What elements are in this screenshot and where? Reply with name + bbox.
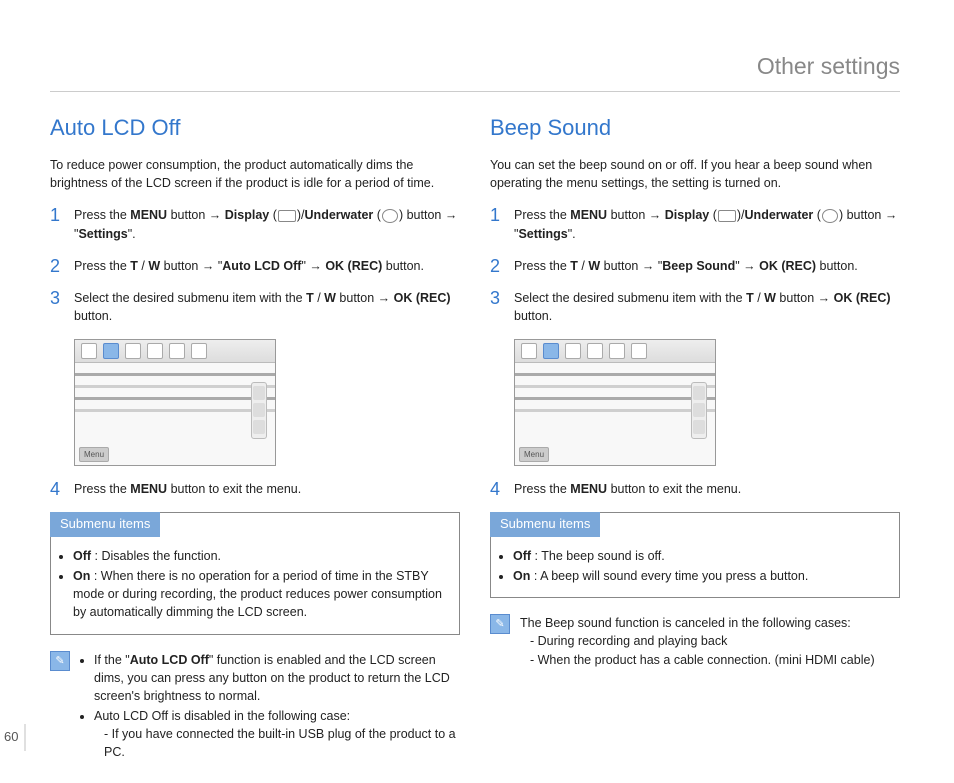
section-title-beep-sound: Beep Sound xyxy=(490,112,900,144)
column-auto-lcd-off: Auto LCD Off To reduce power consumption… xyxy=(50,112,460,763)
tab-icon xyxy=(125,343,141,359)
steps-auto-lcd-off-cont: 4 Press the MENU button to exit the menu… xyxy=(50,480,460,498)
step-number: 3 xyxy=(50,289,64,307)
step-4: 4 Press the MENU button to exit the menu… xyxy=(50,480,460,498)
tab-icon xyxy=(191,343,207,359)
page-number: 60 xyxy=(4,724,26,751)
step-number: 2 xyxy=(50,257,64,275)
underwater-icon xyxy=(822,209,838,223)
step-4: 4 Press the MENU button to exit the menu… xyxy=(490,480,900,498)
submenu-item-off: Off : Disables the function. xyxy=(73,547,445,565)
step-3: 3 Select the desired submenu item with t… xyxy=(50,289,460,325)
note-item: If the "Auto LCD Off" function is enable… xyxy=(94,651,460,705)
display-icon xyxy=(278,210,296,222)
content-columns: Auto LCD Off To reduce power consumption… xyxy=(50,112,900,763)
step-number: 4 xyxy=(490,480,504,498)
submenu-box-right: Submenu items Off : The beep sound is of… xyxy=(490,512,900,598)
submenu-item-on: On : When there is no operation for a pe… xyxy=(73,567,445,621)
step-number: 1 xyxy=(50,206,64,224)
step-body: Press the MENU button to exit the menu. xyxy=(74,480,460,498)
tab-icon xyxy=(81,343,97,359)
step-body: Press the T / W button "Beep Sound" OK (… xyxy=(514,257,900,275)
steps-beep-sound: 1 Press the MENU button Display ()/Under… xyxy=(490,206,900,325)
step-number: 1 xyxy=(490,206,504,224)
tab-icon xyxy=(169,343,185,359)
display-icon xyxy=(718,210,736,222)
underwater-icon xyxy=(382,209,398,223)
note-icon: ✎ xyxy=(50,651,70,671)
step-1: 1 Press the MENU button Display ()/Under… xyxy=(490,206,900,242)
tab-icon xyxy=(587,343,603,359)
page-header: Other settings xyxy=(50,50,900,92)
tab-icon xyxy=(147,343,163,359)
step-number: 3 xyxy=(490,289,504,307)
scroll-icon xyxy=(691,382,707,439)
tab-icon xyxy=(609,343,625,359)
step-1: 1 Press the MENU button Display ()/Under… xyxy=(50,206,460,242)
step-2: 2 Press the T / W button "Beep Sound" OK… xyxy=(490,257,900,275)
section-title-auto-lcd-off: Auto LCD Off xyxy=(50,112,460,144)
column-beep-sound: Beep Sound You can set the beep sound on… xyxy=(490,112,900,763)
step-3: 3 Select the desired submenu item with t… xyxy=(490,289,900,325)
submenu-item-off: Off : The beep sound is off. xyxy=(513,547,885,565)
note-block-left: ✎ If the "Auto LCD Off" function is enab… xyxy=(50,651,460,764)
note-item: Auto LCD Off is disabled in the followin… xyxy=(94,707,460,761)
step-body: Press the MENU button to exit the menu. xyxy=(514,480,900,498)
intro-beep-sound: You can set the beep sound on or off. If… xyxy=(490,156,900,192)
step-body: Press the MENU button Display ()/Underwa… xyxy=(74,206,460,242)
lcd-screenshot-right: Menu xyxy=(514,339,716,466)
submenu-title: Submenu items xyxy=(50,512,160,537)
submenu-title: Submenu items xyxy=(490,512,600,537)
tab-icon-active xyxy=(543,343,559,359)
menu-button-icon: Menu xyxy=(79,447,109,463)
intro-auto-lcd-off: To reduce power consumption, the product… xyxy=(50,156,460,192)
step-body: Press the T / W button "Auto LCD Off" OK… xyxy=(74,257,460,275)
scroll-icon xyxy=(251,382,267,439)
step-body: Press the MENU button Display ()/Underwa… xyxy=(514,206,900,242)
note-text: The Beep sound function is canceled in t… xyxy=(520,614,900,632)
lcd-screenshot-left: Menu xyxy=(74,339,276,466)
step-number: 4 xyxy=(50,480,64,498)
steps-beep-sound-cont: 4 Press the MENU button to exit the menu… xyxy=(490,480,900,498)
step-2: 2 Press the T / W button "Auto LCD Off" … xyxy=(50,257,460,275)
tab-icon xyxy=(565,343,581,359)
step-body: Select the desired submenu item with the… xyxy=(514,289,900,325)
tab-icon-active xyxy=(103,343,119,359)
tab-icon xyxy=(521,343,537,359)
submenu-item-on: On : A beep will sound every time you pr… xyxy=(513,567,885,585)
step-number: 2 xyxy=(490,257,504,275)
steps-auto-lcd-off: 1 Press the MENU button Display ()/Under… xyxy=(50,206,460,325)
tab-icon xyxy=(631,343,647,359)
note-text: - During recording and playing back xyxy=(520,632,900,650)
note-block-right: ✎ The Beep sound function is canceled in… xyxy=(490,614,900,668)
menu-button-icon: Menu xyxy=(519,447,549,463)
submenu-box-left: Submenu items Off : Disables the functio… xyxy=(50,512,460,634)
note-text: - When the product has a cable connectio… xyxy=(520,651,900,669)
note-icon: ✎ xyxy=(490,614,510,634)
step-body: Select the desired submenu item with the… xyxy=(74,289,460,325)
